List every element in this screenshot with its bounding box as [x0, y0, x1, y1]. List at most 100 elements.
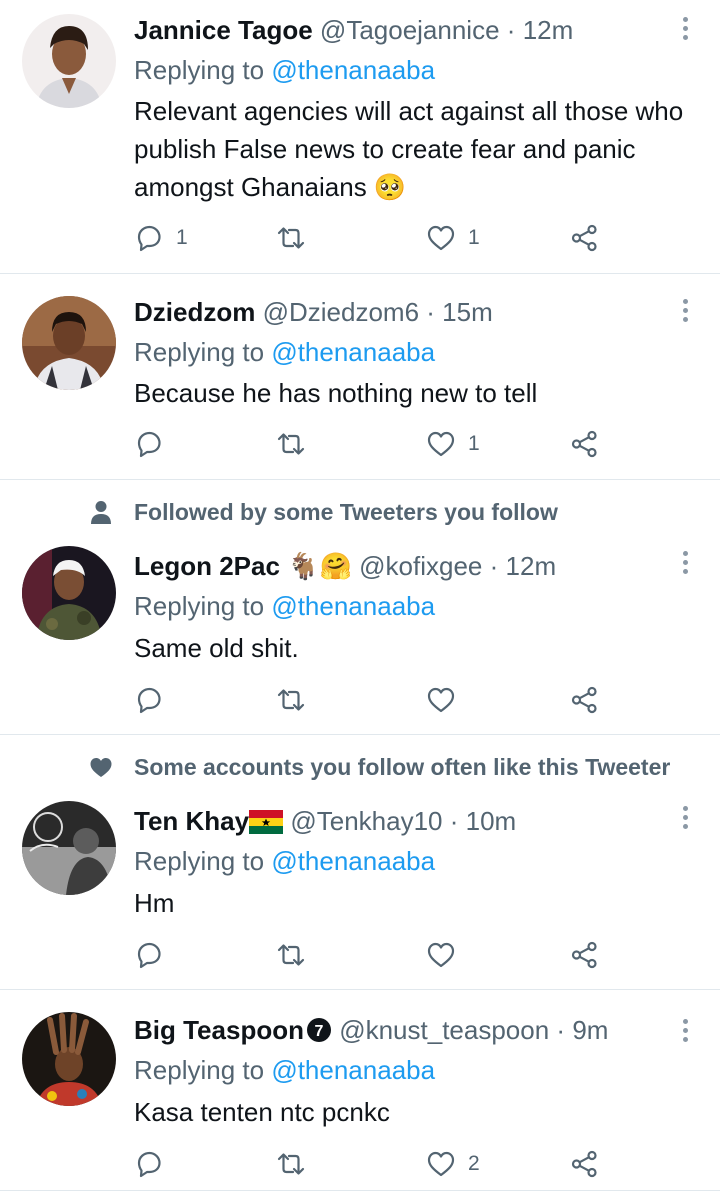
- avatar-image: [22, 14, 116, 108]
- display-name[interactable]: Legon 2Pac: [134, 551, 280, 581]
- replying-to-mention[interactable]: @thenanaaba: [271, 1055, 435, 1085]
- like-button[interactable]: 1: [426, 428, 480, 460]
- like-button[interactable]: 1: [426, 222, 480, 254]
- more-options-icon[interactable]: [676, 549, 694, 577]
- reply-icon: [137, 942, 161, 969]
- more-options-icon[interactable]: [676, 1017, 694, 1045]
- tweet-actions: [134, 684, 614, 716]
- tweet-text: Hm: [134, 888, 175, 918]
- person-icon: [91, 501, 111, 524]
- reply-icon: [137, 225, 161, 252]
- heart-icon: [427, 942, 455, 968]
- replying-to-mention[interactable]: @thenanaaba: [271, 55, 435, 85]
- retweet-icon: [277, 1153, 305, 1175]
- social-context-text: Followed by some Tweeters you follow: [134, 499, 558, 525]
- replying-to: Replying to @thenanaaba: [134, 1054, 435, 1086]
- tweet-header: Dziedzom @Dziedzom6 · 15m: [134, 296, 493, 328]
- reply-button[interactable]: 1: [134, 222, 188, 254]
- avatar[interactable]: [22, 1012, 116, 1106]
- display-name[interactable]: Big Teaspoon: [134, 1015, 304, 1045]
- retweet-button[interactable]: [276, 684, 318, 716]
- like-button[interactable]: 2: [426, 1148, 480, 1180]
- share-button[interactable]: [570, 684, 600, 716]
- like-count: 1: [468, 432, 480, 455]
- username[interactable]: @Dziedzom6: [263, 297, 419, 327]
- more-options-icon[interactable]: [676, 15, 694, 43]
- share-button[interactable]: [570, 939, 600, 971]
- replying-to-mention[interactable]: @thenanaaba: [271, 591, 435, 621]
- username[interactable]: @Tenkhay10: [290, 806, 442, 836]
- share-icon: [571, 941, 597, 969]
- tweet-header: Ten Khay @Tenkhay10 · 10m: [134, 805, 516, 837]
- avatar[interactable]: [22, 14, 116, 108]
- replying-to: Replying to @thenanaaba: [134, 336, 435, 368]
- separator-dot: ·: [426, 297, 435, 327]
- tweet-header: Big Teaspoon 7 @knust_teaspoon · 9m: [134, 1014, 608, 1046]
- replying-to-mention[interactable]: @thenanaaba: [271, 846, 435, 876]
- heart-icon: [427, 225, 455, 251]
- username[interactable]: @kofixgee: [359, 551, 482, 581]
- like-count: 1: [468, 226, 480, 249]
- share-button[interactable]: [570, 222, 600, 254]
- tweet-actions: 2: [134, 1148, 614, 1180]
- like-button[interactable]: [426, 684, 468, 716]
- tweet-actions: [134, 939, 614, 971]
- share-icon: [571, 430, 597, 458]
- username[interactable]: @knust_teaspoon: [339, 1015, 549, 1045]
- heart-icon: [427, 1151, 455, 1177]
- tweet-text: Kasa tenten ntc pcnkc: [134, 1097, 390, 1127]
- timestamp[interactable]: 12m: [523, 15, 574, 45]
- reply-button[interactable]: [134, 939, 176, 971]
- replying-to-label: Replying to: [134, 337, 265, 367]
- tweet[interactable]: Followed by some Tweeters you follow Leg…: [0, 480, 720, 734]
- reply-button[interactable]: [134, 1148, 176, 1180]
- timestamp[interactable]: 9m: [572, 1015, 608, 1045]
- share-button[interactable]: [570, 428, 600, 460]
- replying-to-mention[interactable]: @thenanaaba: [271, 337, 435, 367]
- replying-to: Replying to @thenanaaba: [134, 590, 435, 622]
- avatar[interactable]: [22, 296, 116, 390]
- number-badge-icon: 7: [306, 1018, 331, 1042]
- like-count: 2: [468, 1152, 480, 1175]
- avatar-image: [22, 801, 116, 895]
- divider: [0, 1190, 720, 1191]
- reply-button[interactable]: [134, 428, 176, 460]
- display-name[interactable]: Dziedzom: [134, 297, 255, 327]
- retweet-icon: [277, 944, 305, 966]
- tweet[interactable]: Big Teaspoon 7 @knust_teaspoon · 9m Reply…: [0, 990, 720, 1193]
- username[interactable]: @Tagoejannice: [320, 15, 500, 45]
- avatar[interactable]: [22, 801, 116, 895]
- like-button[interactable]: [426, 939, 468, 971]
- retweet-button[interactable]: [276, 222, 318, 254]
- tweet-header: Legon 2Pac 🐐🤗 @kofixgee · 12m: [134, 550, 556, 582]
- tweet-actions: 1: [134, 428, 614, 460]
- replying-to: Replying to @thenanaaba: [134, 54, 435, 86]
- more-options-icon[interactable]: [676, 804, 694, 832]
- avatar-image: [22, 296, 116, 390]
- timestamp[interactable]: 15m: [442, 297, 493, 327]
- more-options-icon[interactable]: [676, 297, 694, 325]
- ghana-flag-icon: [249, 810, 284, 834]
- share-icon: [571, 686, 597, 714]
- retweet-button[interactable]: [276, 428, 318, 460]
- replying-to: Replying to @thenanaaba: [134, 845, 435, 877]
- reply-count: 1: [176, 226, 188, 249]
- avatar[interactable]: [22, 546, 116, 640]
- display-name[interactable]: Jannice Tagoe: [134, 15, 313, 45]
- reply-button[interactable]: [134, 684, 176, 716]
- social-context: Some accounts you follow often like this…: [0, 750, 720, 784]
- display-name[interactable]: Ten Khay: [134, 806, 249, 836]
- reply-icon: [137, 431, 161, 458]
- timestamp[interactable]: 12m: [506, 551, 557, 581]
- separator-dot: ·: [489, 551, 499, 581]
- timestamp[interactable]: 10m: [466, 806, 517, 836]
- retweet-button[interactable]: [276, 939, 318, 971]
- tweet-text: Same old shit.: [134, 633, 299, 663]
- tweet[interactable]: Some accounts you follow often like this…: [0, 735, 720, 989]
- retweet-icon: [277, 689, 305, 711]
- tweet[interactable]: Dziedzom @Dziedzom6 · 15m Replying to @t…: [0, 274, 720, 479]
- share-button[interactable]: [570, 1148, 600, 1180]
- retweet-button[interactable]: [276, 1148, 318, 1180]
- tweet[interactable]: Jannice Tagoe @Tagoejannice · 12m Replyi…: [0, 0, 720, 273]
- heart-icon: [427, 687, 455, 713]
